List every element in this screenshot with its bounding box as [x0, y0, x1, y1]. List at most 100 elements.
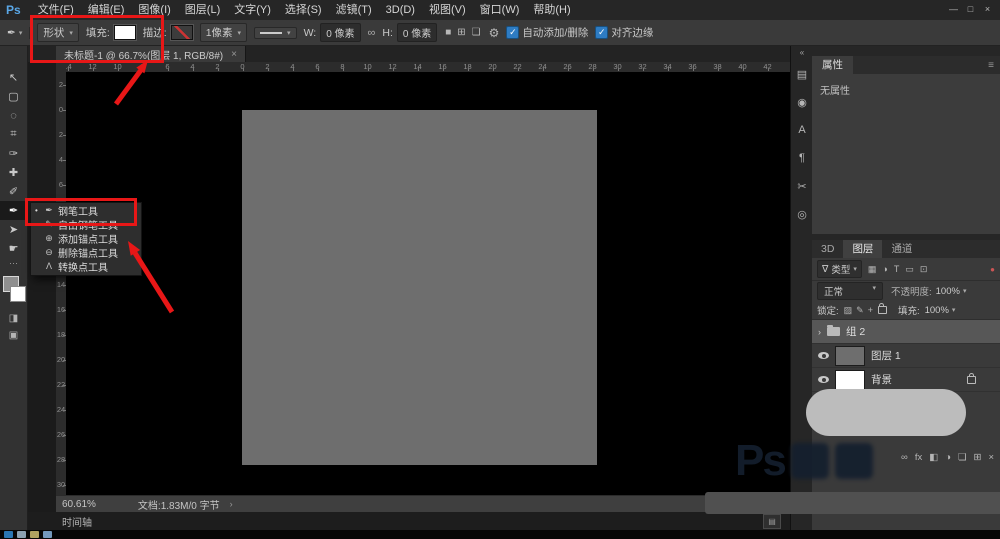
caret-down-icon: ▾	[952, 306, 956, 314]
panel-tab[interactable]: 3D	[812, 240, 843, 258]
expand-panels-icon[interactable]: «	[800, 46, 804, 60]
status-chevron-icon[interactable]: ›	[230, 499, 233, 509]
document-canvas[interactable]	[242, 110, 597, 465]
convert-point-tool-item[interactable]: • Λ 转换点工具	[31, 259, 141, 273]
background-color-swatch[interactable]	[10, 286, 26, 302]
shape-height-field[interactable]: 0 像素	[397, 23, 437, 42]
blend-mode-select[interactable]: 正常 ▾	[817, 282, 883, 300]
menu-item[interactable]: 滤镜(T)	[329, 0, 379, 20]
close-tab-icon[interactable]: ×	[231, 49, 237, 60]
menu-item[interactable]: 3D(D)	[379, 0, 422, 20]
pixel-filter-icon[interactable]: ▦	[866, 264, 879, 275]
visibility-eye-icon[interactable]	[818, 352, 829, 359]
zoom-level-field[interactable]: 60.61%	[62, 499, 96, 510]
windows-taskbar	[0, 530, 1000, 539]
eyedropper-tool[interactable]: ✑	[0, 144, 27, 163]
lasso-tool[interactable]: ◌	[0, 106, 27, 125]
menu-item[interactable]: 文字(Y)	[227, 0, 278, 20]
stroke-color-swatch[interactable]	[171, 25, 193, 40]
opacity-field[interactable]: 100% ▾	[936, 286, 967, 297]
pen-tool-icon: ✒	[7, 27, 16, 39]
adjustment-filter-icon[interactable]: ◑	[880, 264, 889, 275]
lock-position-icon[interactable]: +	[868, 305, 873, 316]
lock-all-icon[interactable]	[878, 306, 887, 314]
new-layer-icon[interactable]: ⊞	[973, 452, 981, 463]
layer-group-icon[interactable]: ❏	[958, 452, 967, 463]
crop-tool[interactable]: ⌗	[0, 125, 27, 144]
blend-opacity-row: 正常 ▾ 不透明度: 100% ▾	[812, 281, 1000, 301]
clone-source-panel-icon[interactable]: ◉	[791, 88, 813, 116]
menu-item[interactable]: 视图(V)	[422, 0, 473, 20]
ruler-label: 42	[755, 62, 780, 71]
quick-mask-icon[interactable]: ◨	[0, 310, 27, 327]
menu-item[interactable]: 窗口(W)	[473, 0, 527, 20]
ruler-label: 16	[56, 297, 66, 322]
lock-pixels-icon[interactable]: ✎	[856, 305, 864, 316]
visibility-eye-icon[interactable]	[818, 376, 829, 383]
layer-effects-icon[interactable]: fx	[915, 452, 922, 463]
stroke-style-select[interactable]: ▾	[254, 27, 297, 39]
group-expand-icon[interactable]: ›	[818, 327, 821, 337]
auto-add-delete-checkbox[interactable]: ✓ 自动添加/删除	[506, 25, 588, 40]
stroke-width-select[interactable]: 1像素 ▾	[200, 23, 247, 42]
type-filter-icon[interactable]: T	[892, 264, 902, 275]
delete-layer-icon[interactable]: ×	[988, 452, 994, 463]
annotation-box-shape-mode	[30, 15, 164, 63]
tool-preset-picker[interactable]: ✒ ▾	[7, 27, 30, 39]
paths-panel-icon[interactable]: ✂	[791, 172, 813, 200]
healing-brush-tool[interactable]: ✚	[0, 163, 27, 182]
marquee-tool[interactable]: ▢	[0, 87, 27, 106]
link-layers-icon[interactable]: ∞	[901, 452, 908, 463]
close-button[interactable]: ×	[979, 0, 996, 18]
layer-mask-icon[interactable]: ◧	[929, 452, 938, 463]
gear-icon[interactable]: ⚙	[489, 26, 500, 40]
move-tool[interactable]: ↖	[0, 68, 27, 87]
character-panel-icon[interactable]: A	[791, 116, 813, 144]
smart-object-filter-icon[interactable]: ⊡	[918, 264, 930, 275]
maximize-button[interactable]: □	[962, 0, 979, 18]
filter-toggle-icon[interactable]: ●	[990, 265, 995, 274]
layer-row-group[interactable]: › 组 2	[812, 320, 1000, 344]
collapsed-mini-panel-icon[interactable]: ▤	[763, 514, 781, 529]
align-edges-label: 对齐边缘	[611, 25, 653, 40]
taskbar-app-3[interactable]	[43, 531, 52, 538]
adjustments-panel-icon[interactable]: ▤	[791, 60, 813, 88]
align-edges-checkbox[interactable]: ✓ 对齐边缘	[595, 25, 653, 40]
fill-field[interactable]: 100% ▾	[925, 305, 956, 316]
layer-row[interactable]: 图层 1	[812, 344, 1000, 368]
path-arrange-icon[interactable]: ❏	[471, 27, 482, 38]
add-anchor-tool-item[interactable]: • ⊕ 添加锚点工具	[31, 231, 141, 245]
filter-type-select[interactable]: ∇ 类型 ▾	[817, 260, 862, 278]
menu-item[interactable]: 帮助(H)	[526, 0, 577, 20]
screen-mode-icon[interactable]: ▣	[0, 327, 27, 344]
delete-anchor-tool-item[interactable]: • ⊖ 删除锚点工具	[31, 245, 141, 259]
adjustment-layer-icon[interactable]: ◑	[945, 452, 951, 463]
hand-tool[interactable]: ☛	[0, 239, 27, 258]
menu-item[interactable]: 选择(S)	[278, 0, 329, 20]
start-button[interactable]	[4, 531, 13, 538]
ruler-label: 24	[530, 62, 555, 71]
menu-item[interactable]: 图层(L)	[178, 0, 227, 20]
path-selection-tool[interactable]: ➤	[0, 220, 27, 239]
panel-menu-icon[interactable]: ≡	[988, 60, 994, 71]
path-alignment-icon[interactable]: ⊞	[456, 27, 466, 38]
more-tools-icon[interactable]: ⋯	[0, 258, 27, 272]
link-dimensions-icon[interactable]: ∞	[368, 27, 376, 39]
shape-width-field[interactable]: 0 像素	[320, 23, 360, 42]
pen-tool[interactable]: ✒	[0, 201, 27, 220]
taskbar-app-1[interactable]	[17, 531, 26, 538]
properties-panel: 属性 ≡ 无属性	[812, 56, 1000, 240]
lock-transparent-icon[interactable]: ▨	[844, 305, 853, 316]
paragraph-panel-icon[interactable]: ¶	[791, 144, 813, 172]
minimize-button[interactable]: —	[945, 0, 962, 18]
ruler-label: 30	[56, 472, 66, 495]
masks-panel-icon[interactable]: ◎	[791, 200, 813, 228]
taskbar-app-2[interactable]	[30, 531, 39, 538]
timeline-tab[interactable]: 时间轴	[62, 514, 92, 529]
shape-filter-icon[interactable]: ▭	[903, 264, 916, 275]
panel-tab[interactable]: 图层	[843, 240, 882, 258]
tab-properties[interactable]: 属性	[812, 56, 853, 74]
brush-tool[interactable]: ✐	[0, 182, 27, 201]
path-operations-icon[interactable]: ■	[444, 27, 452, 38]
panel-tab[interactable]: 通道	[882, 240, 921, 258]
